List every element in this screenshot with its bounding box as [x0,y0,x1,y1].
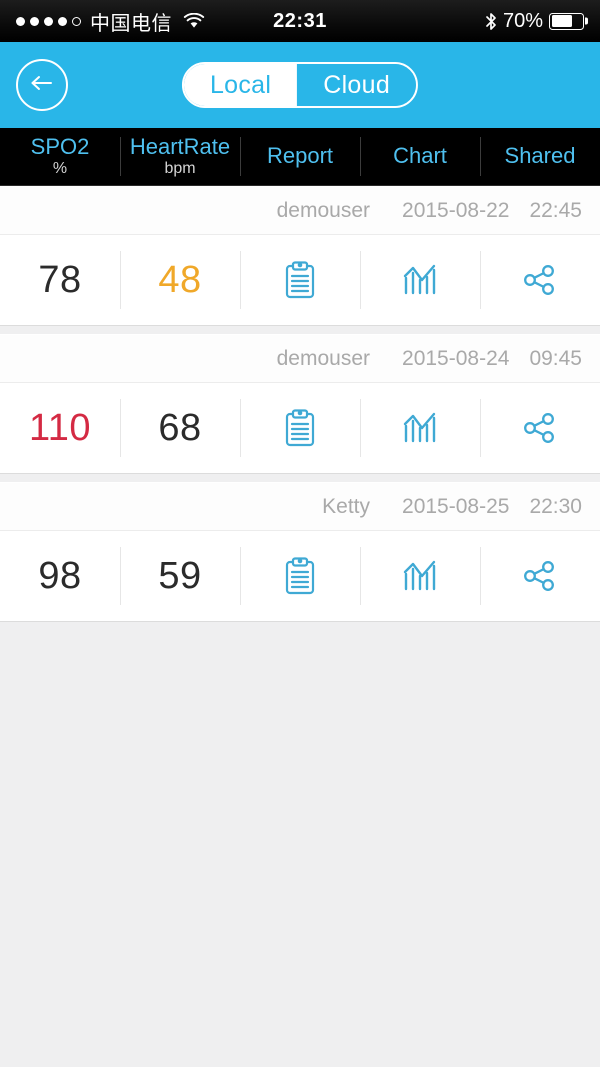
cell-spo2: 110 [0,383,120,473]
record-user: Ketty [322,494,371,518]
cell-chart [360,383,480,473]
bar-chart-icon[interactable] [401,262,439,298]
cell-report [240,531,360,621]
spo2-value: 110 [28,406,92,449]
records-list: demouser 2015-08-22 22:45 78 48 demouser… [0,186,600,622]
cell-spo2: 78 [0,235,120,325]
column-title: Chart [393,143,447,169]
cell-heartrate: 68 [120,383,240,473]
cell-spo2: 98 [0,531,120,621]
source-segmented-control[interactable]: Local Cloud [181,62,419,108]
cell-heartrate: 48 [120,235,240,325]
cell-shared [480,235,600,325]
record-date: 2015-08-22 [402,198,510,222]
share-icon[interactable] [522,559,558,593]
record-values: 110 68 [0,383,600,473]
cell-report [240,235,360,325]
bar-chart-icon[interactable] [401,410,439,446]
app-screen: 中国电信 22:31 70% Local Cloud SPO2 % HeartR… [0,0,600,1067]
column-header-spo2[interactable]: SPO2 % [0,128,120,185]
status-bar-right: 70% [485,10,584,33]
clipboard-icon[interactable] [283,260,317,300]
column-title: SPO2 [30,133,90,159]
column-title: HeartRate [129,133,231,159]
record-user: demouser [276,346,371,370]
record-date: 2015-08-25 [402,494,510,518]
heart-rate-value: 48 [158,258,202,301]
record-values: 78 48 [0,235,600,325]
bar-chart-icon[interactable] [401,558,439,594]
signal-dot [58,16,67,26]
record-meta: Ketty 2015-08-25 22:30 [0,483,600,531]
back-button[interactable] [16,59,68,111]
wifi-icon [183,13,205,29]
share-icon[interactable] [522,411,558,445]
table-row[interactable]: demouser 2015-08-22 22:45 78 48 [0,186,600,326]
cell-report [240,383,360,473]
share-icon[interactable] [522,263,558,297]
signal-dot [16,16,25,26]
clipboard-icon[interactable] [283,556,317,596]
table-header: SPO2 % HeartRate bpm Report Chart Shared [0,128,600,186]
table-row[interactable]: Ketty 2015-08-25 22:30 98 59 [0,482,600,622]
signal-strength-dots [16,16,81,26]
record-time: 22:30 [529,494,582,518]
record-time: 09:45 [529,346,582,370]
record-values: 98 59 [0,531,600,621]
signal-dot-empty [72,16,81,26]
signal-dot [30,16,39,26]
table-row[interactable]: demouser 2015-08-24 09:45 110 68 [0,334,600,474]
status-bar-left: 中国电信 [16,7,205,36]
cell-chart [360,235,480,325]
cell-shared [480,383,600,473]
carrier-label: 中国电信 [90,12,172,35]
cell-shared [480,531,600,621]
back-arrow-icon [29,73,55,98]
record-time: 22:45 [529,198,582,222]
cell-chart [360,531,480,621]
spo2-value: 98 [38,554,82,597]
signal-dot [44,16,53,26]
heart-rate-value: 68 [158,406,202,449]
column-header-heartrate[interactable]: HeartRate bpm [120,128,240,185]
column-unit: % [52,160,68,178]
clipboard-icon[interactable] [283,408,317,448]
battery-icon [549,12,584,30]
record-date: 2015-08-24 [402,346,510,370]
column-title: Shared [504,143,576,169]
cell-heartrate: 59 [120,531,240,621]
segment-cloud[interactable]: Cloud [297,64,417,106]
column-unit: bpm [164,160,196,178]
status-bar: 中国电信 22:31 70% [0,0,600,42]
record-timestamp: 2015-08-24 09:45 [402,347,582,371]
record-timestamp: 2015-08-22 22:45 [402,199,582,223]
bluetooth-icon [485,12,497,31]
empty-list-area [0,622,600,1067]
spo2-value: 78 [38,258,82,301]
record-timestamp: 2015-08-25 22:30 [402,495,582,519]
heart-rate-value: 59 [158,554,202,597]
record-meta: demouser 2015-08-22 22:45 [0,187,600,235]
battery-percent-label: 70% [502,9,543,32]
navigation-bar: Local Cloud [0,42,600,128]
column-header-report[interactable]: Report [240,128,360,185]
record-meta: demouser 2015-08-24 09:45 [0,335,600,383]
column-header-chart[interactable]: Chart [360,128,480,185]
column-header-shared[interactable]: Shared [480,128,600,185]
record-user: demouser [276,198,371,222]
segment-local[interactable]: Local [183,64,298,106]
column-title: Report [266,143,334,169]
